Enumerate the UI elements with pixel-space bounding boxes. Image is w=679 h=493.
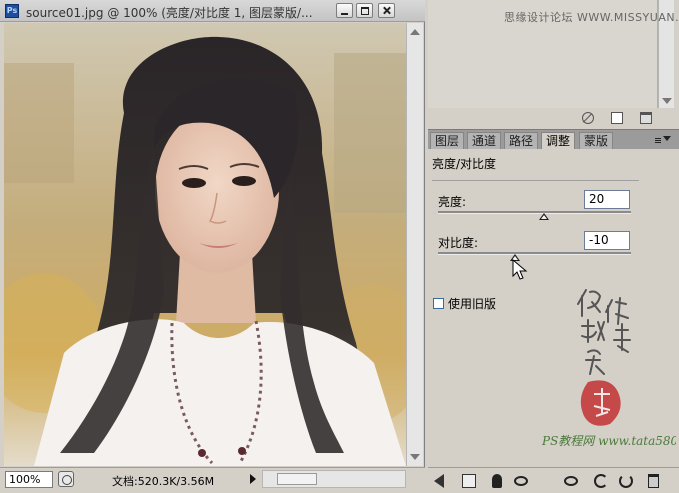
expand-view-icon[interactable]: [462, 474, 476, 488]
clip-to-layer-icon[interactable]: [492, 474, 502, 488]
document-window: Ps source01.jpg @ 100% (亮度/对比度 1, 图层蒙版/.…: [0, 0, 425, 493]
tab-masks[interactable]: 蒙版: [579, 132, 614, 150]
document-titlebar[interactable]: Ps source01.jpg @ 100% (亮度/对比度 1, 图层蒙版/.…: [0, 0, 425, 22]
panel-tab-bar: 图层 通道 路径 调整 蒙版: [428, 129, 679, 151]
watermark-bottom: PS教程网 www.tata580.com: [541, 434, 676, 448]
visibility-eye-icon[interactable]: [514, 476, 528, 486]
back-arrow-icon[interactable]: [434, 474, 444, 488]
trash-icon[interactable]: [648, 474, 659, 488]
close-button[interactable]: [378, 3, 395, 18]
vertical-scrollbar[interactable]: [406, 23, 423, 466]
navigator-icon[interactable]: [58, 471, 74, 487]
contrast-label: 对比度:: [438, 236, 479, 250]
brightness-slider-thumb[interactable]: [539, 213, 550, 220]
image-canvas[interactable]: [4, 23, 406, 466]
photoshop-icon: Ps: [5, 4, 19, 18]
brightness-label: 亮度:: [438, 195, 467, 209]
panel-menu-icon[interactable]: [655, 136, 671, 141]
new-item-icon[interactable]: [611, 112, 623, 124]
brightness-input[interactable]: 20: [584, 190, 630, 209]
adjustments-toolbar: [428, 467, 679, 493]
minimize-button[interactable]: [336, 3, 353, 18]
scroll-down-icon[interactable]: [662, 98, 672, 104]
contrast-input[interactable]: -10: [584, 231, 630, 250]
adjustment-title: 亮度/对比度: [432, 157, 497, 171]
calligraphy-seal-artwork: PS教程网 www.tata580.com: [541, 289, 676, 448]
view-previous-eye-icon[interactable]: [564, 476, 578, 486]
horizontal-scroll-thumb[interactable]: [277, 473, 317, 485]
use-legacy-label: 使用旧版: [448, 297, 497, 311]
document-statusbar: 100% 文档:520.3K/3.56M: [0, 467, 425, 493]
undo-icon[interactable]: [594, 474, 608, 488]
contrast-slider[interactable]: [438, 252, 631, 255]
horizontal-scrollbar[interactable]: [262, 470, 406, 488]
mouse-cursor-icon: [512, 259, 528, 280]
reset-icon[interactable]: [619, 474, 633, 488]
scroll-down-icon[interactable]: [410, 454, 420, 460]
document-title: source01.jpg @ 100% (亮度/对比度 1, 图层蒙版/...: [26, 6, 313, 20]
trash-icon[interactable]: [640, 112, 652, 124]
status-menu-arrow-icon[interactable]: [250, 474, 256, 484]
use-legacy-checkbox[interactable]: [433, 298, 444, 309]
tab-layers[interactable]: 图层: [430, 132, 465, 150]
tab-paths[interactable]: 路径: [504, 132, 539, 150]
zoom-level-field[interactable]: 100%: [5, 471, 53, 488]
document-size: 文档:520.3K/3.56M: [112, 475, 215, 488]
divider: [432, 180, 639, 181]
no-entry-icon[interactable]: [582, 112, 594, 124]
tab-channels[interactable]: 通道: [467, 132, 502, 150]
maximize-button[interactable]: [356, 3, 373, 18]
layers-panel-footer: [428, 109, 679, 127]
portrait-photo: [4, 23, 406, 466]
scroll-up-icon[interactable]: [410, 29, 420, 35]
brightness-slider[interactable]: [438, 211, 631, 214]
watermark-site-top: 思缘设计论坛 WWW.MISSYUAN.COM: [504, 11, 679, 24]
